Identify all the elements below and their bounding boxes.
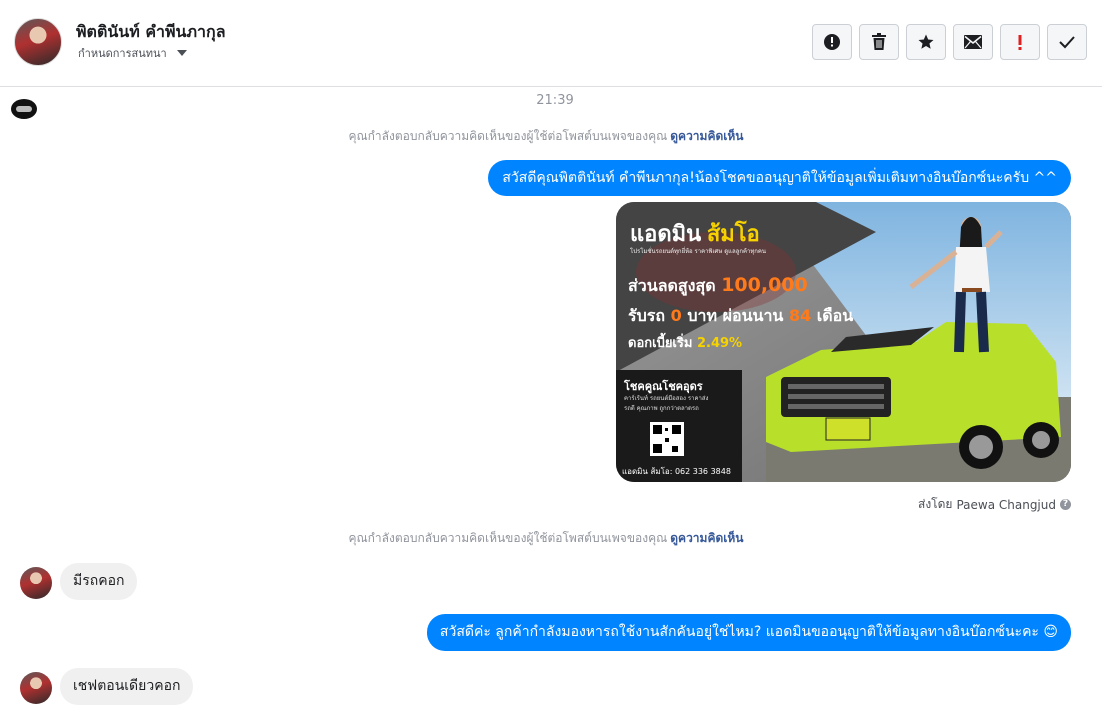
promo-contact: แอดมิน ส้มโอ: 062 336 3848 bbox=[622, 467, 731, 476]
mark-unread-button[interactable] bbox=[953, 24, 993, 60]
conversation-label-text: กำหนดการสนทนา bbox=[78, 47, 167, 60]
outgoing-message-2[interactable]: สวัสดีค่ะ ลูกค้ากำลังมองหารถใช้งานสักคัน… bbox=[426, 614, 1071, 651]
message-timestamp: 21:39 bbox=[536, 93, 574, 108]
sent-by-line: ส่งโดย Paewa Changjud ? bbox=[918, 495, 1071, 514]
outgoing-message[interactable]: สวัสดีคุณพิตตินันท์ คำพีนภากุล!น้องโชคขอ… bbox=[488, 160, 1071, 196]
promo-title-white: แอดมิน bbox=[630, 222, 702, 247]
promo-discount-value: 100,000 bbox=[721, 274, 808, 296]
promo-box-line2: รถดี คุณภาพ ถูกกว่าตลาดรถ bbox=[624, 405, 699, 412]
promo-financing: รับรถ 0 บาท ผ่อนนาน 84 เดือน bbox=[628, 304, 853, 329]
trash-icon bbox=[872, 33, 886, 50]
promo-title-yellow: ส้มโอ bbox=[706, 222, 760, 247]
contact-name[interactable]: พิตตินันท์ คำพีนภากุล bbox=[76, 20, 226, 45]
comment-reply-notice-2: คุณกำลังตอบกลับความคิดเห็นของผู้ใช้ต่อโพ… bbox=[0, 529, 1092, 548]
view-comment-link[interactable]: ดูความคิดเห็น bbox=[670, 129, 743, 143]
red-exclamation-icon bbox=[1018, 35, 1022, 50]
page-logo bbox=[11, 99, 37, 119]
incoming-message[interactable]: มีรถคอก bbox=[60, 563, 138, 600]
promo-box-line1: คาร์เร้นท์ รถยนต์มือสอง ราคาส่ง bbox=[624, 395, 709, 402]
promo-discount: ส่วนลดสูงสุด 100,000 bbox=[628, 274, 808, 299]
report-spam-button[interactable] bbox=[812, 24, 852, 60]
sent-by-name[interactable]: Paewa Changjud bbox=[956, 498, 1056, 512]
customer-avatar[interactable] bbox=[20, 567, 52, 599]
customer-avatar-2[interactable] bbox=[20, 672, 52, 704]
promo-interest-value: 2.49% bbox=[696, 336, 743, 351]
caret-down-icon bbox=[176, 50, 187, 56]
incoming-message-2[interactable]: เชฟตอนเดียวคอก bbox=[60, 668, 194, 705]
view-comment-link-2[interactable]: ดูความคิดเห็น bbox=[670, 531, 743, 545]
promo-months-unit: เดือน bbox=[816, 306, 854, 325]
promo-months-value: 84 bbox=[788, 306, 812, 325]
notice-text: คุณกำลังตอบกลับความคิดเห็นของผู้ใช้ต่อโพ… bbox=[348, 129, 668, 143]
promo-interest-label: ดอกเบี้ยเริ่ม bbox=[628, 336, 693, 351]
sent-by-prefix: ส่งโดย bbox=[918, 497, 953, 511]
important-button[interactable] bbox=[1000, 24, 1040, 60]
conversation-header: พิตตินันท์ คำพีนภากุล กำหนดการสนทนา bbox=[0, 0, 1102, 87]
exclamation-circle-icon bbox=[824, 34, 840, 50]
promo-interest: ดอกเบี้ยเริ่ม 2.49% bbox=[628, 332, 742, 353]
question-circle-icon[interactable]: ? bbox=[1060, 499, 1071, 510]
checkmark-icon bbox=[1059, 36, 1075, 49]
promo-down-value: 0 bbox=[670, 306, 682, 325]
star-icon bbox=[918, 34, 934, 49]
promo-discount-label: ส่วนลดสูงสุด bbox=[628, 276, 716, 295]
promo-image[interactable]: แอดมิน ส้มโอ โปรโมชั่นรถยนต์ทุกยี่ห้อ รา… bbox=[616, 202, 1071, 482]
contact-avatar[interactable] bbox=[14, 18, 62, 66]
delete-button[interactable] bbox=[859, 24, 899, 60]
notice-text-2: คุณกำลังตอบกลับความคิดเห็นของผู้ใช้ต่อโพ… bbox=[348, 531, 668, 545]
envelope-icon bbox=[964, 35, 982, 49]
promo-down-unit: บาท ผ่อนนาน bbox=[687, 306, 784, 325]
conversation-label-dropdown[interactable]: กำหนดการสนทนา bbox=[78, 44, 187, 62]
mark-done-button[interactable] bbox=[1047, 24, 1087, 60]
comment-reply-notice: คุณกำลังตอบกลับความคิดเห็นของผู้ใช้ต่อโพ… bbox=[0, 127, 1092, 146]
promo-down-label: รับรถ bbox=[628, 306, 666, 325]
promo-tagline: โปรโมชั่นรถยนต์ทุกยี่ห้อ ราคาพิเศษ ดูแลล… bbox=[630, 248, 767, 255]
star-button[interactable] bbox=[906, 24, 946, 60]
header-actions bbox=[812, 24, 1087, 60]
